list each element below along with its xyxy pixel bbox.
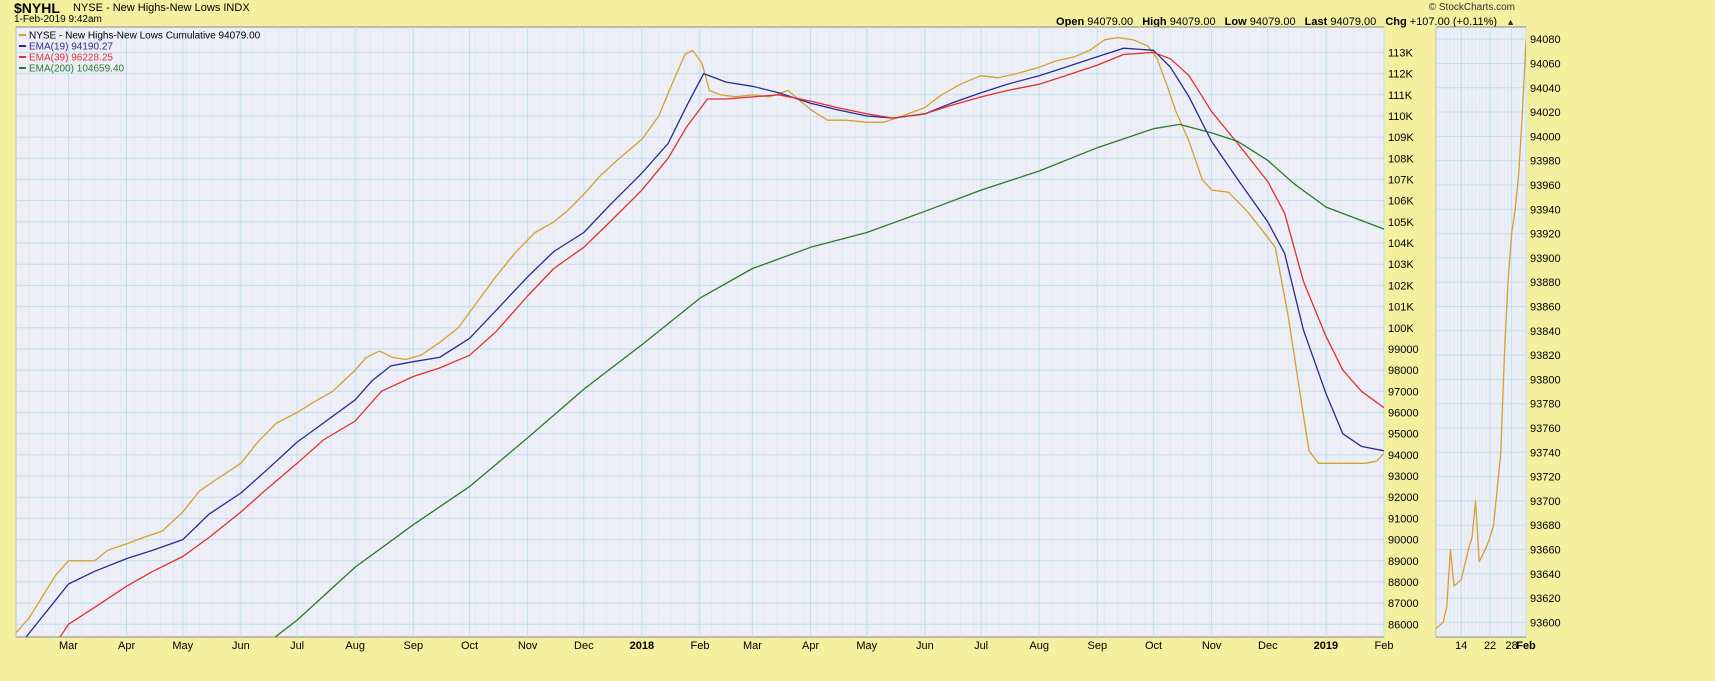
mini-y-tick-label: 93700 [1530,496,1561,508]
mini-y-tick-label: 93880 [1530,277,1561,289]
mini-y-tick-label: 93840 [1530,326,1561,338]
main-x-tick-label: Nov [518,640,538,652]
mini-x-tick-label: 14 [1455,640,1467,652]
mini-y-tick-label: 93660 [1530,545,1561,557]
main-y-tick-label: 98000 [1388,365,1419,377]
main-x-tick-label: Aug [1029,640,1049,652]
main-y-tick-label: 108K [1388,153,1414,165]
main-y-tick-label: 107K [1388,175,1414,187]
main-y-tick-label: 109K [1388,132,1414,144]
mini-y-tick-label: 94060 [1530,58,1561,70]
main-y-tick-label: 89000 [1388,556,1419,568]
main-x-tick-label: Sep [1087,640,1107,652]
mini-x-tick-label: Feb [1516,640,1536,652]
main-y-tick-label: 106K [1388,196,1414,208]
main-y-tick-label: 110K [1388,111,1414,123]
mini-y-tick-label: 93760 [1530,423,1561,435]
legend-entry: EMA(200) 104659.40 [29,64,125,75]
main-x-tick-label: Aug [345,640,365,652]
legend-entry: NYSE - New Highs-New Lows Cumulative 940… [29,31,261,42]
mini-y-tick-label: 93600 [1530,617,1561,629]
main-panel: Mar Apr May Jun Jul Aug Sep Oct Nov Dec 2018 Feb Mar… [15,26,1419,652]
main-y-tick-label: 99000 [1388,344,1419,356]
mini-y-tick-label: 94020 [1530,107,1561,119]
mini-y-tick-label: 93860 [1530,301,1561,313]
mini-y-tick-label: 93740 [1530,447,1561,459]
mini-y-tick-label: 93680 [1530,520,1561,532]
main-x-tick-label: Nov [1202,640,1222,652]
mini-y-tick-label: 93920 [1530,229,1561,241]
main-y-tick-label: 100K [1388,323,1414,335]
main-y-tick-label: 102K [1388,280,1414,292]
main-y-tick-label: 103K [1388,259,1414,271]
main-x-tick-label: Mar [743,640,762,652]
main-y-tick-label: 88000 [1388,577,1419,589]
main-y-tick-label: 94000 [1388,450,1419,462]
main-y-tick-label: 96000 [1388,407,1419,419]
main-y-tick-label: 101K [1388,302,1414,314]
mini-y-tick-label: 93720 [1530,472,1561,484]
main-x-tick-label: Feb [1375,640,1394,652]
main-y-tick-label: 105K [1388,217,1414,229]
main-y-tick-label: 111K [1388,90,1413,102]
mini-y-tick-label: 93780 [1530,399,1561,411]
main-y-tick-label: 112K [1388,69,1414,81]
main-x-tick-label: Jul [290,640,304,652]
main-x-tick-label: Jun [232,640,250,652]
main-x-tick-label: Mar [59,640,78,652]
main-x-tick-label: 2019 [1314,640,1338,652]
main-y-tick-label: 92000 [1388,492,1419,504]
mini-panel: 14 22 28Feb9360093620936409366093680937009… [1435,26,1561,652]
main-x-tick-label: Sep [403,640,423,652]
mini-y-tick-label: 93980 [1530,156,1561,168]
mini-x-tick-label: 22 [1484,640,1496,652]
main-y-tick-label: 87000 [1388,598,1419,610]
main-x-tick-label: Feb [691,640,710,652]
main-y-tick-label: 113K [1388,47,1414,59]
mini-y-tick-label: 93620 [1530,593,1561,605]
main-y-tick-label: 104K [1388,238,1414,250]
main-x-tick-label: Dec [574,640,594,652]
mini-y-tick-label: 93800 [1530,374,1561,386]
main-x-tick-label: Jun [916,640,934,652]
mini-y-tick-label: 93640 [1530,569,1561,581]
main-x-tick-label: May [172,640,193,652]
mini-y-tick-label: 94080 [1530,34,1561,46]
main-x-tick-label: Oct [461,640,478,652]
chart-canvas: Mar Apr May Jun Jul Aug Sep Oct Nov Dec 2018 Feb Mar… [15,26,1561,652]
mini-plot-area [1435,26,1527,638]
main-x-tick-label: May [856,640,877,652]
legend-entry: EMA(39) 96228.25 [29,53,113,64]
main-y-tick-label: 93000 [1388,471,1419,483]
main-y-tick-label: 90000 [1388,535,1419,547]
main-y-tick-label: 91000 [1388,513,1419,525]
main-x-tick-label: Apr [802,640,819,652]
main-y-tick-label: 97000 [1388,386,1419,398]
main-y-tick-label: 86000 [1388,619,1419,631]
mini-y-tick-label: 94040 [1530,83,1561,95]
main-x-tick-label: 2018 [630,640,654,652]
main-x-tick-label: Dec [1258,640,1278,652]
main-x-tick-label: Jul [974,640,988,652]
main-x-tick-label: Oct [1145,640,1162,652]
mini-y-tick-label: 93900 [1530,253,1561,265]
main-y-tick-label: 95000 [1388,429,1419,441]
mini-y-tick-label: 93820 [1530,350,1561,362]
main-x-tick-label: Apr [118,640,135,652]
legend-entry: EMA(19) 94190.27 [29,42,113,53]
mini-y-tick-label: 93940 [1530,204,1561,216]
mini-y-tick-label: 94000 [1530,131,1561,143]
mini-y-tick-label: 93960 [1530,180,1561,192]
